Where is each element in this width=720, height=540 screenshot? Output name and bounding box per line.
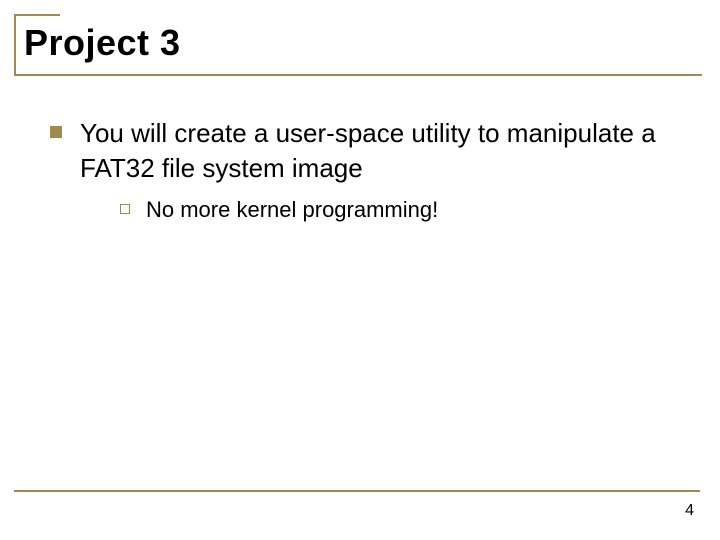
slide-title: Project 3 — [20, 14, 698, 64]
square-bullet-icon — [50, 126, 62, 138]
title-underline — [14, 74, 702, 76]
slide: Project 3 You will create a user-space u… — [0, 0, 720, 540]
bullet-item: You will create a user-space utility to … — [50, 116, 678, 225]
bullet-body: You will create a user-space utility to … — [80, 116, 678, 225]
bullet-text: You will create a user-space utility to … — [80, 116, 678, 186]
sub-bullet-text: No more kernel programming! — [146, 196, 438, 225]
title-area: Project 3 — [14, 14, 698, 72]
sub-bullet-item: No more kernel programming! — [120, 196, 678, 225]
title-left-border — [14, 14, 16, 74]
hollow-square-bullet-icon — [120, 204, 130, 214]
title-top-tick — [14, 14, 60, 16]
page-number: 4 — [685, 502, 694, 520]
sub-bullet-list: No more kernel programming! — [80, 196, 678, 225]
content-area: You will create a user-space utility to … — [14, 116, 698, 225]
bottom-border-line — [14, 490, 700, 492]
